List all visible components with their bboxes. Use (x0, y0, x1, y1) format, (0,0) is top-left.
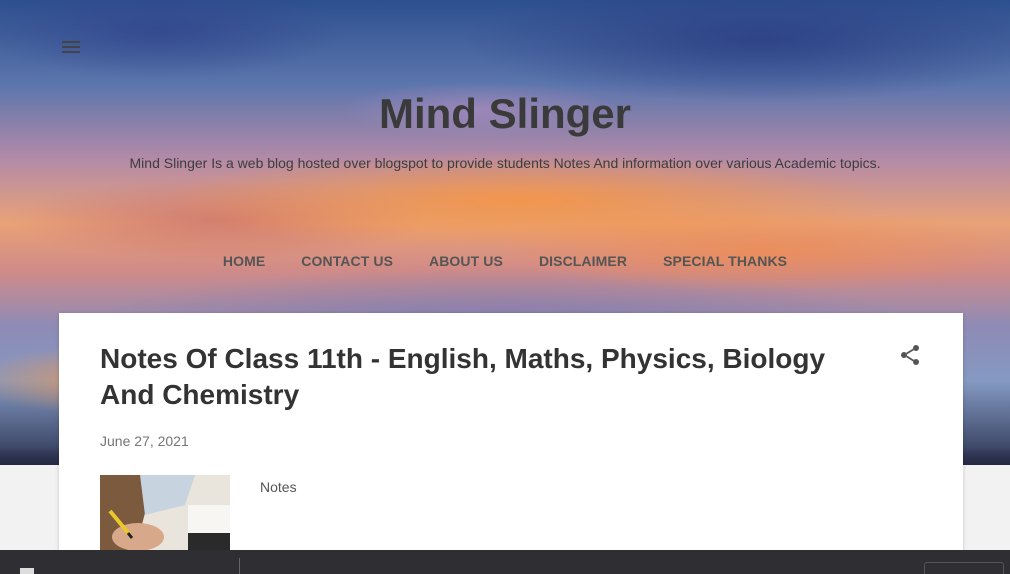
bottom-toolbar (0, 550, 1010, 574)
nav-item-home[interactable]: HOME (205, 253, 283, 269)
toolbar-tab[interactable] (924, 562, 1004, 574)
blog-title[interactable]: Mind Slinger (0, 90, 1010, 138)
post-thumbnail-image[interactable] (100, 475, 230, 551)
post-date[interactable]: June 27, 2021 (100, 433, 189, 449)
post-card: Notes Of Class 11th - English, Maths, Ph… (59, 313, 963, 574)
post-label-notes[interactable]: Notes (260, 479, 297, 495)
nav-item-about-us[interactable]: ABOUT US (411, 253, 521, 269)
broken-image-icon (20, 568, 34, 574)
nav-item-disclaimer[interactable]: DISCLAIMER (521, 253, 645, 269)
share-icon (901, 345, 919, 365)
student-writing-image (100, 475, 230, 551)
blog-description: Mind Slinger Is a web blog hosted over b… (129, 155, 881, 171)
toolbar-divider (239, 558, 240, 574)
hamburger-menu-icon (62, 41, 80, 53)
nav-item-special-thanks[interactable]: SPECIAL THANKS (645, 253, 805, 269)
main-navigation: HOME CONTACT US ABOUT US DISCLAIMER SPEC… (0, 253, 1010, 269)
nav-item-contact-us[interactable]: CONTACT US (283, 253, 411, 269)
post-title[interactable]: Notes Of Class 11th - English, Maths, Ph… (100, 341, 870, 413)
share-button[interactable] (898, 343, 922, 367)
hamburger-menu-button[interactable] (56, 32, 86, 62)
page: Mind Slinger Mind Slinger Is a web blog … (0, 0, 1010, 574)
